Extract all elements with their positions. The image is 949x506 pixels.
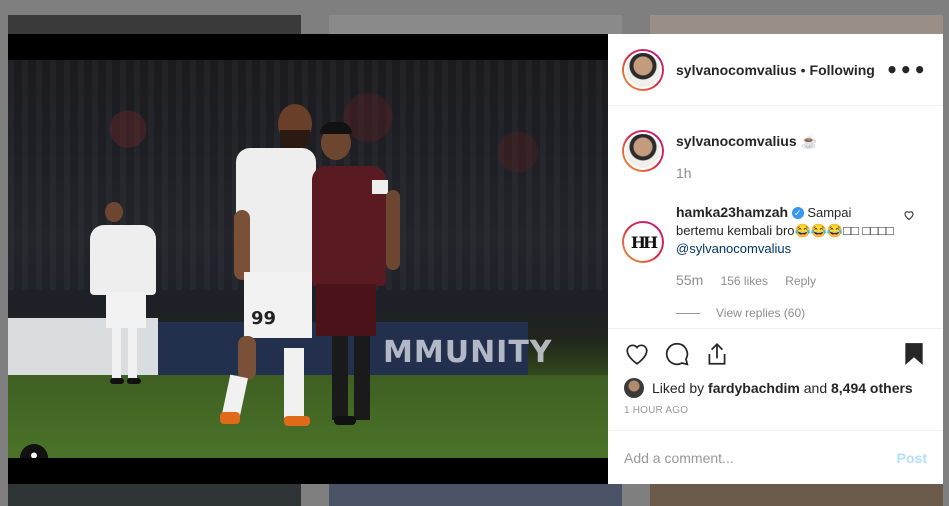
background-thumbnail[interactable] xyxy=(8,15,301,35)
view-replies-label[interactable]: View replies (60) xyxy=(716,306,805,320)
coffee-emoji: ☕ xyxy=(801,134,818,149)
more-icon[interactable]: ••• xyxy=(886,60,927,80)
verified-icon: ✓ xyxy=(791,207,804,219)
comment-input[interactable] xyxy=(624,449,897,466)
post-header: sylvanocomvalius • Following ••• xyxy=(608,34,943,106)
liked-by-user[interactable]: fardybachdim xyxy=(708,380,800,396)
view-replies[interactable]: View replies (60) xyxy=(676,306,943,320)
comment-username[interactable]: hamka23hamzah xyxy=(676,204,788,220)
banner-text: MMUNITY xyxy=(383,335,553,370)
post-photo[interactable]: MMUNITY 99 xyxy=(8,60,608,458)
background-thumbnail[interactable] xyxy=(329,484,622,506)
heart-icon[interactable] xyxy=(624,341,650,367)
reply-button[interactable]: Reply xyxy=(785,274,816,288)
header-separator: • xyxy=(800,61,806,78)
avatar[interactable] xyxy=(624,378,644,398)
header-username[interactable]: sylvanocomvalius xyxy=(676,62,797,78)
comment-likes[interactable]: 156 likes xyxy=(721,274,768,288)
liked-by-others[interactable]: 8,494 others xyxy=(831,380,913,396)
post-button[interactable]: Post xyxy=(897,450,927,466)
following-button[interactable]: Following xyxy=(810,62,875,78)
like-comment-heart-icon[interactable] xyxy=(903,209,915,221)
user-tag-icon xyxy=(31,452,37,458)
background-thumbnail[interactable] xyxy=(650,15,943,35)
post-actions: Liked by fardybachdim and 8,494 others 1… xyxy=(608,328,943,416)
background-thumbnail[interactable] xyxy=(8,484,301,506)
post-modal: MMUNITY 99 sylvanocomvalius • Following … xyxy=(8,34,943,484)
bookmark-icon[interactable] xyxy=(901,341,927,367)
caption-username[interactable]: sylvanocomvalius xyxy=(676,133,797,149)
comment-item: HH hamka23hamzah ✓ Sampai bertemu kembal… xyxy=(608,203,943,288)
add-comment-bar: Post xyxy=(608,430,943,484)
commenter-logo: HH xyxy=(624,223,662,261)
post-timestamp[interactable]: 1 HOUR AGO xyxy=(608,397,943,416)
background-thumbnail[interactable] xyxy=(650,484,943,506)
avatar[interactable] xyxy=(622,130,664,172)
comment-icon[interactable] xyxy=(664,341,690,367)
caption-time[interactable]: 1h xyxy=(676,165,929,181)
avatar[interactable]: HH xyxy=(622,221,664,263)
comments-list[interactable]: sylvanocomvalius ☕ 1h HH hamka23hamzah ✓… xyxy=(608,106,943,328)
comment-time[interactable]: 55m xyxy=(676,272,703,288)
post-sidebar: sylvanocomvalius • Following ••• sylvano… xyxy=(608,34,943,484)
jersey-number: 99 xyxy=(251,308,277,329)
share-icon[interactable] xyxy=(704,341,730,367)
post-media[interactable]: MMUNITY 99 xyxy=(8,34,608,484)
liked-by-and: and xyxy=(803,380,828,396)
background-thumbnail[interactable] xyxy=(329,15,622,35)
avatar[interactable] xyxy=(622,48,664,91)
comment-mention[interactable]: @sylvanocomvalius xyxy=(676,241,791,256)
likes-summary[interactable]: Liked by fardybachdim and 8,494 others xyxy=(608,378,943,398)
liked-by-label: Liked by xyxy=(652,380,705,396)
caption: sylvanocomvalius ☕ 1h xyxy=(608,130,943,181)
